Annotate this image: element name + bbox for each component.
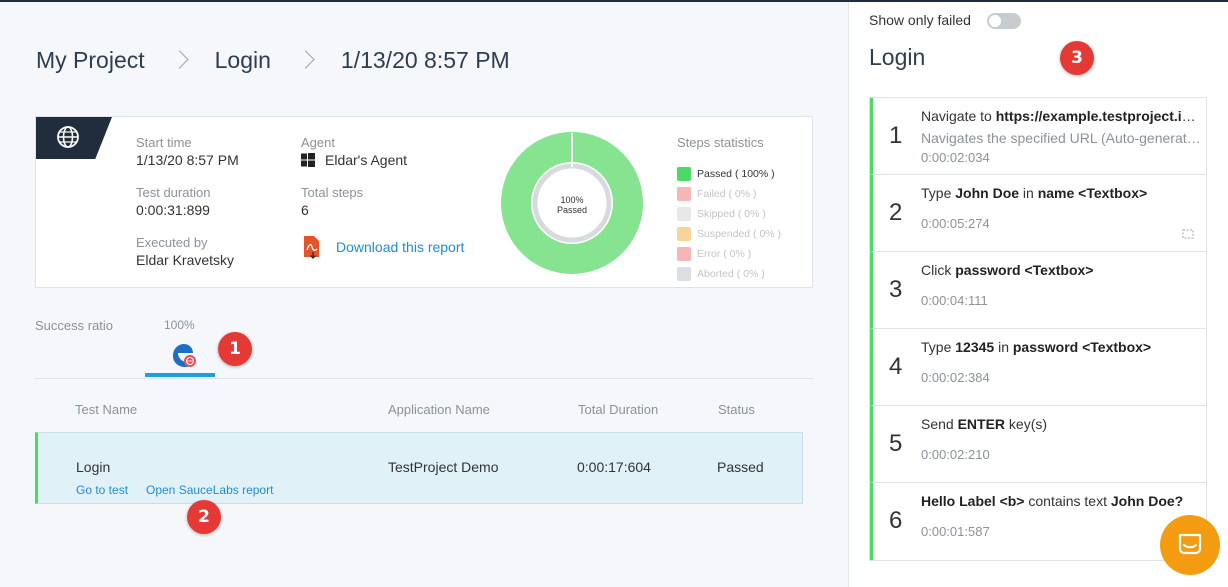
success-ratio-label: Success ratio	[35, 318, 114, 333]
show-only-failed-label: Show only failed	[869, 12, 971, 28]
step-duration: 0:00:01:587	[921, 524, 990, 539]
step-duration: 0:00:02:210	[921, 447, 990, 462]
breadcrumb: My Project Login 1/13/20 8:57 PM	[36, 46, 510, 74]
chevron-right-icon	[295, 46, 323, 74]
steps-statistics: Steps statistics Passed ( 100% ) Failed (…	[677, 135, 781, 284]
test-name-cell: Login	[76, 459, 111, 475]
stats-swatch	[677, 267, 691, 281]
chat-icon	[1178, 533, 1202, 555]
col-application-name: Application Name	[388, 402, 490, 417]
step-description: Navigate to https://example.testproject.…	[921, 108, 1203, 124]
step-number: 2	[889, 199, 903, 226]
step-duration: 0:00:02:034	[921, 150, 990, 165]
step-number: 1	[889, 122, 903, 149]
status-cell: Passed	[717, 459, 764, 475]
start-time: Start time 1/13/20 8:57 PM	[136, 135, 239, 168]
callout-badge-2: 2	[187, 500, 221, 534]
col-status: Status	[718, 402, 755, 417]
panel-title: Login	[869, 44, 926, 70]
test-duration: Test duration 0:00:31:899	[136, 185, 211, 218]
summary-card: Start time 1/13/20 8:57 PM Test duration…	[35, 116, 813, 288]
stats-swatch	[677, 207, 691, 221]
chat-launcher-button[interactable]	[1160, 515, 1220, 575]
step-number: 5	[889, 430, 903, 457]
download-report-link[interactable]: Download this report	[302, 235, 464, 259]
stats-label: Aborted ( 0% )	[697, 268, 765, 280]
stats-label: Failed ( 0% )	[697, 188, 757, 200]
step-duration: 0:00:05:274	[921, 216, 990, 231]
step-number: 6	[889, 507, 903, 534]
executed-by: Executed by Eldar Kravetsky	[136, 235, 235, 268]
stats-row: Passed ( 100% )	[677, 164, 781, 184]
stats-row: Aborted ( 0% )	[677, 264, 781, 284]
show-only-failed-toggle[interactable]	[987, 13, 1021, 29]
stats-row: Failed ( 0% )	[677, 184, 781, 204]
stats-label: Passed ( 100% )	[697, 168, 775, 180]
globe-icon	[57, 126, 79, 148]
callout-badge-3: 3	[1060, 41, 1094, 75]
step-description: Type John Doe in name <Textbox>	[921, 185, 1148, 201]
stats-swatch	[677, 187, 691, 201]
stats-row: Skipped ( 0% )	[677, 204, 781, 224]
stats-label: Skipped ( 0% )	[697, 208, 766, 220]
step-item[interactable]: 1 Navigate to https://example.testprojec…	[870, 98, 1206, 175]
screenshot-icon[interactable]	[1182, 229, 1194, 239]
step-description: Hello Label <b> contains text John Doe?	[921, 493, 1184, 509]
stats-label: Error ( 0% )	[697, 248, 752, 260]
step-number: 4	[889, 353, 903, 380]
col-test-name: Test Name	[75, 402, 138, 417]
stats-row: Suspended ( 0% )	[677, 224, 781, 244]
active-tab-indicator	[145, 373, 215, 377]
stats-row: Error ( 0% )	[677, 244, 781, 264]
steps-list: 1 Navigate to https://example.testprojec…	[869, 97, 1207, 561]
breadcrumb-test[interactable]: Login	[215, 47, 271, 74]
breadcrumb-project[interactable]: My Project	[36, 47, 145, 74]
edge-browser-icon[interactable]	[168, 340, 198, 370]
step-description: Send ENTER key(s)	[921, 416, 1048, 432]
step-duration: 0:00:04:111	[921, 293, 988, 308]
total-steps: Total steps 6	[301, 185, 364, 218]
step-item[interactable]: 6 Hello Label <b> contains text John Doe…	[870, 483, 1206, 560]
report-main: My Project Login 1/13/20 8:57 PM Start t…	[0, 2, 848, 587]
stats-swatch	[677, 227, 691, 241]
step-item[interactable]: 4 Type 12345 in password <Textbox> 0:00:…	[870, 329, 1206, 406]
step-description: Click password <Textbox>	[921, 262, 1094, 278]
agent: Agent Eldar's Agent	[301, 135, 408, 168]
saucelabs-report-link[interactable]: Open SauceLabs report	[146, 483, 273, 497]
stats-label: Suspended ( 0% )	[697, 228, 782, 240]
breadcrumb-run: 1/13/20 8:57 PM	[340, 46, 510, 73]
donut-center-label: 100% Passed	[556, 195, 588, 215]
step-subtext: Navigates the specified URL (Auto-genera…	[921, 130, 1203, 146]
step-duration: 0:00:02:384	[921, 370, 990, 385]
pdf-download-icon	[304, 236, 319, 259]
stats-swatch	[677, 167, 691, 181]
callout-badge-1: 1	[218, 332, 252, 366]
windows-icon	[301, 153, 315, 167]
app-name-cell: TestProject Demo	[388, 459, 499, 475]
step-item[interactable]: 3 Click password <Textbox> 0:00:04:111	[870, 252, 1206, 329]
table-row[interactable]: Login TestProject Demo 0:00:17:604 Passe…	[35, 432, 803, 504]
duration-cell: 0:00:17:604	[577, 459, 651, 475]
step-item[interactable]: 5 Send ENTER key(s) 0:00:02:210	[870, 406, 1206, 483]
step-description: Type 12345 in password <Textbox>	[921, 339, 1152, 355]
divider	[35, 378, 813, 379]
col-total-duration: Total Duration	[578, 402, 659, 417]
step-item[interactable]: 2 Type John Doe in name <Textbox> 0:00:0…	[870, 175, 1206, 252]
success-ratio-value: 100%	[164, 318, 195, 332]
chevron-right-icon	[169, 46, 197, 74]
stats-swatch	[677, 247, 691, 261]
web-platform-badge	[36, 117, 112, 159]
step-number: 3	[889, 276, 903, 303]
go-to-test-link[interactable]: Go to test	[76, 483, 128, 497]
steps-panel: Show only failed Login 3 1 Navigate to h…	[848, 2, 1228, 587]
